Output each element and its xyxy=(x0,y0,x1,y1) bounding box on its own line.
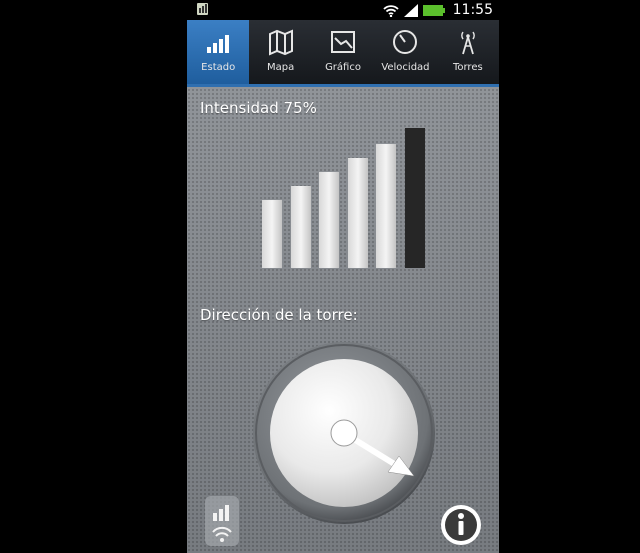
graph-icon xyxy=(331,31,356,53)
cell-signal-icon xyxy=(403,3,418,17)
signal-bar-2 xyxy=(291,186,311,268)
tab-label: Gráfico xyxy=(325,62,361,73)
speedometer-icon xyxy=(393,30,418,54)
tab-torres[interactable]: Torres xyxy=(437,20,499,84)
phone-screen: 11:55 Estado Mapa Gráfico Velocidad Torr… xyxy=(187,0,499,553)
signal-bar-6 xyxy=(405,128,425,268)
signal-bar-1 xyxy=(262,200,282,268)
signal-strength-bars xyxy=(262,128,425,268)
compass-arrow-icon xyxy=(253,342,435,524)
tab-velocidad[interactable]: Velocidad xyxy=(374,20,436,84)
status-bar: 11:55 xyxy=(187,0,499,20)
tab-label: Velocidad xyxy=(381,62,430,73)
tower-direction-label: Dirección de la torre: xyxy=(200,306,358,324)
tab-bar: Estado Mapa Gráfico Velocidad Torres xyxy=(187,20,499,87)
info-icon[interactable] xyxy=(440,504,482,546)
tab-estado[interactable]: Estado xyxy=(187,20,250,84)
status-right: 11:55 xyxy=(383,2,493,18)
app-notification-icon xyxy=(197,3,208,15)
tab-label: Mapa xyxy=(266,62,295,73)
tab-label: Torres xyxy=(452,62,483,73)
map-icon xyxy=(268,29,293,56)
tab-grafico[interactable]: Gráfico xyxy=(312,20,374,84)
signal-bar-3 xyxy=(319,172,339,268)
tab-label: Estado xyxy=(201,62,236,73)
signal-bar-4 xyxy=(348,158,368,268)
signal-bar-5 xyxy=(376,144,396,268)
signal-bars-icon xyxy=(207,35,230,53)
wifi-icon xyxy=(383,4,399,17)
signal-wifi-icon[interactable] xyxy=(205,496,239,546)
clock-time: 11:55 xyxy=(452,2,493,18)
intensity-label: Intensidad 75% xyxy=(200,99,317,117)
tab-mapa[interactable]: Mapa xyxy=(249,20,311,84)
antenna-tower-icon xyxy=(460,31,475,55)
battery-icon xyxy=(422,4,445,16)
